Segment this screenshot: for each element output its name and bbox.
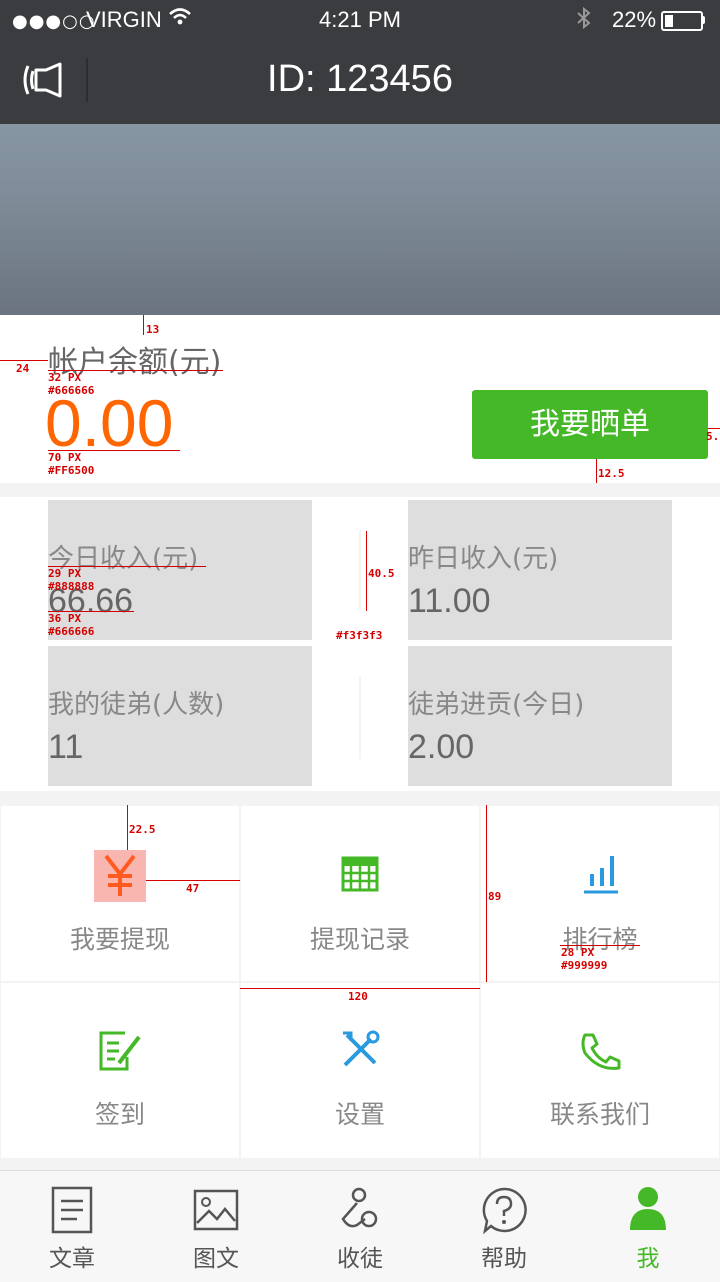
top-header: ID: 123456 [0,38,720,124]
annotation: 24 [16,362,30,375]
tab-article[interactable]: 文章 [0,1171,144,1282]
annotation-line [127,805,128,850]
tab-help[interactable]: 帮助 [432,1171,576,1282]
profile-banner [0,124,720,315]
battery-nub [702,16,705,24]
tools-icon [241,1029,479,1075]
menu-label: 设置 [334,1100,385,1129]
apprentice-icon [335,1185,385,1235]
tab-apprentice[interactable]: 收徒 [288,1171,432,1282]
user-icon [623,1185,673,1235]
yuan-icon [1,850,239,906]
help-icon [479,1185,529,1235]
annotation: 32 PX [48,371,82,384]
share-order-button[interactable]: 我要晒单 [472,390,708,459]
annotation: 22.5 [129,823,156,836]
stats-grid: 今日收入(元) 66.66 昨日收入(元) 11.00 我的徒弟(人数) 11 … [0,497,720,791]
annotation-line [240,988,480,989]
tab-label: 帮助 [481,1246,527,1272]
stat-label: 昨日收入(元) [408,544,559,574]
menu-label: 联系我们 [549,1100,650,1129]
annotation: #666666 [48,625,95,638]
stat-label: 我的徒弟(人数) [48,690,225,720]
stat-divider [359,677,361,759]
annotation: #FF6500 [48,464,95,477]
stat-divider [359,530,361,610]
annotation: 120 [348,990,368,1003]
page-title: ID: 123456 [267,58,453,100]
withdraw-history-button[interactable]: 提现记录 [241,806,479,981]
tab-me[interactable]: 我 [576,1171,720,1282]
stat-value: 2.00 [408,728,475,766]
bluetooth-icon [576,6,592,36]
stat-yesterday-income: 昨日收入(元) 11.00 [408,500,672,640]
annotation-line [146,880,240,881]
stat-apprentice-tribute: 徒弟进贡(今日) 2.00 [408,646,672,786]
menu-label: 签到 [94,1100,145,1129]
balance-section: 帐户余额(元) 0.00 我要晒单 [0,315,720,483]
annotation: 12.5 [598,467,625,480]
stat-apprentice-count: 我的徒弟(人数) 11 [48,646,312,786]
annotation: #999999 [561,959,608,972]
annotation: 89 [488,890,502,903]
menu-label: 提现记录 [309,925,410,954]
annotation-line [366,531,367,611]
annotation: 47 [186,882,200,895]
annotation: #f3f3f3 [336,629,383,642]
menu-grid: 我要提现 提现记录 排行榜 签到 设置 联系我们 [0,805,720,1159]
annotation-line [486,805,487,982]
tab-label: 我 [636,1246,660,1272]
sign-in-icon [1,1031,239,1075]
annotation-line [0,360,48,361]
annotation-line [143,315,144,335]
stat-value: 11 [48,728,84,766]
annotation: 28 PX [561,946,595,959]
tab-label: 文章 [49,1246,95,1272]
annotation: 36 PX [48,612,82,625]
annotation: 70 PX [48,451,82,464]
battery-percent: 22% [612,7,657,32]
annotation-line [708,428,720,429]
annotation: 40.5 [368,567,395,580]
calculator-icon [241,856,479,896]
tab-label: 图文 [193,1246,239,1272]
sign-in-button[interactable]: 签到 [1,983,239,1158]
annotation-line [596,459,597,483]
annotation: 5.5 [706,430,720,443]
tab-label: 收徒 [337,1246,383,1272]
battery-icon [661,11,703,31]
tab-image-text[interactable]: 图文 [144,1171,288,1282]
bar-chart-icon [481,854,719,898]
contact-us-button[interactable]: 联系我们 [481,983,719,1158]
menu-label: 排行榜 [562,925,638,954]
bottom-tab-bar: 文章 图文 收徒 帮助 我 [0,1170,720,1282]
stat-today-income: 今日收入(元) 66.66 [48,500,312,640]
stat-value: 11.00 [408,582,491,620]
withdraw-button[interactable]: 我要提现 [1,806,239,981]
annotation: 29 PX [48,567,82,580]
stat-label: 徒弟进贡(今日) [408,690,585,720]
menu-label: 我要提现 [69,925,170,954]
article-icon [47,1185,97,1235]
phone-icon [481,1031,719,1075]
settings-button[interactable]: 设置 [241,983,479,1158]
status-bar: ●●●○○ VIRGIN 4:21 PM 22% [0,0,720,38]
ranking-button[interactable]: 排行榜 [481,806,719,981]
annotation: #666666 [48,384,95,397]
annotation: #888888 [48,580,95,593]
annotation: 13 [146,323,160,336]
image-icon [191,1185,241,1235]
